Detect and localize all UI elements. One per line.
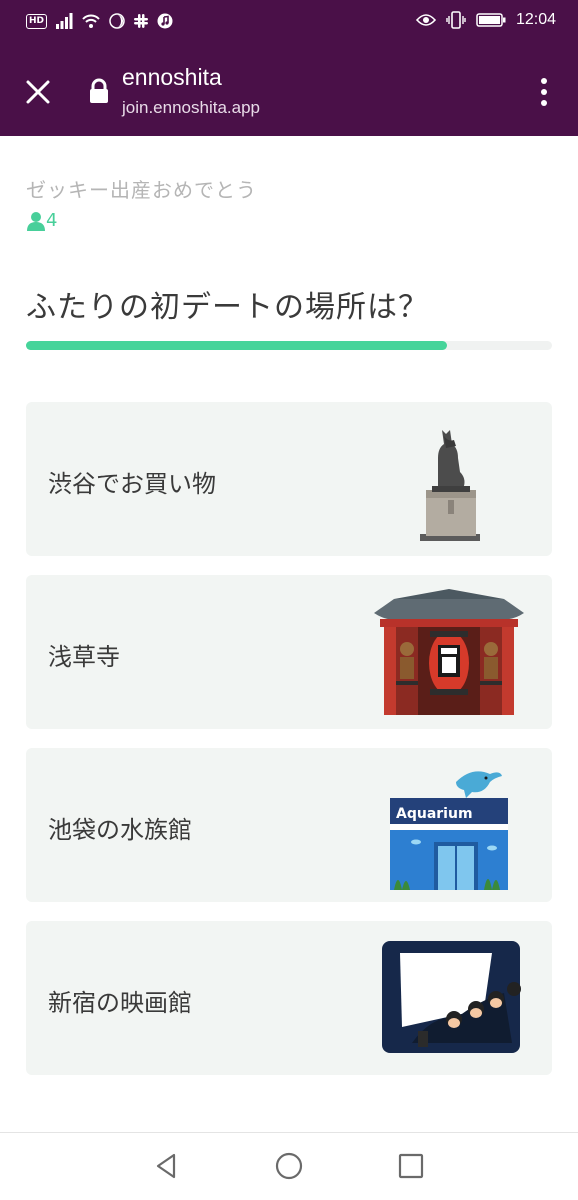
recents-square-icon <box>398 1153 424 1179</box>
system-navigation-bar <box>0 1132 578 1200</box>
answer-option-label: 浅草寺 <box>48 643 120 671</box>
participant-count: 4 <box>26 210 57 231</box>
movie-theater-icon <box>382 941 521 1053</box>
nav-back-button[interactable] <box>152 1151 182 1181</box>
close-icon <box>26 80 50 104</box>
progress-bar <box>26 341 552 350</box>
more-vert-icon <box>541 78 547 106</box>
slack-icon <box>134 14 149 28</box>
browser-app-bar: ennoshita join.ennoshita.app <box>0 46 578 136</box>
answer-option-ikebukuro-aquarium[interactable]: 池袋の水族館 Aquarium <box>26 748 552 902</box>
home-circle-icon <box>275 1152 303 1180</box>
answer-option-shinjuku-cinema[interactable]: 新宿の映画館 <box>26 921 552 1075</box>
nav-home-button[interactable] <box>274 1151 304 1181</box>
participant-count-value: 4 <box>46 210 58 231</box>
answer-option-label: 新宿の映画館 <box>48 989 192 1017</box>
aquarium-building-icon: Aquarium <box>390 771 508 890</box>
wifi-icon <box>82 14 100 28</box>
back-triangle-icon <box>156 1153 176 1179</box>
page-title: ennoshita <box>122 64 222 90</box>
music-icon <box>157 13 173 29</box>
page-url: join.ennoshita.app <box>122 98 261 117</box>
status-bar: HD 12:04 <box>0 0 578 46</box>
kaminarimon-gate-icon <box>374 589 524 715</box>
answer-option-shibuya[interactable]: 渋谷でお買い物 <box>26 402 552 556</box>
signal-icon <box>56 13 73 29</box>
status-time: 12:04 <box>515 11 556 28</box>
question-text: ふたりの初デートの場所は？ <box>26 290 429 325</box>
answer-option-sensoji[interactable]: 浅草寺 <box>26 575 552 729</box>
close-button[interactable] <box>18 72 58 112</box>
lock-icon <box>90 78 108 103</box>
moon-icon <box>109 13 125 29</box>
eye-icon <box>415 14 436 26</box>
hd-badge: HD <box>26 13 48 29</box>
person-icon <box>27 211 45 231</box>
aquarium-sign-text: Aquarium <box>396 806 473 822</box>
nav-recents-button[interactable] <box>396 1151 426 1181</box>
more-menu-button[interactable] <box>532 74 556 110</box>
event-subtitle: ゼッキー出産おめでとう <box>26 178 257 202</box>
vibrate-icon <box>446 11 466 29</box>
hachiko-statue-icon <box>420 430 480 541</box>
progress-fill <box>26 341 447 350</box>
answer-option-label: 渋谷でお買い物 <box>48 470 216 498</box>
battery-icon <box>476 13 506 27</box>
answer-option-label: 池袋の水族館 <box>48 816 192 844</box>
